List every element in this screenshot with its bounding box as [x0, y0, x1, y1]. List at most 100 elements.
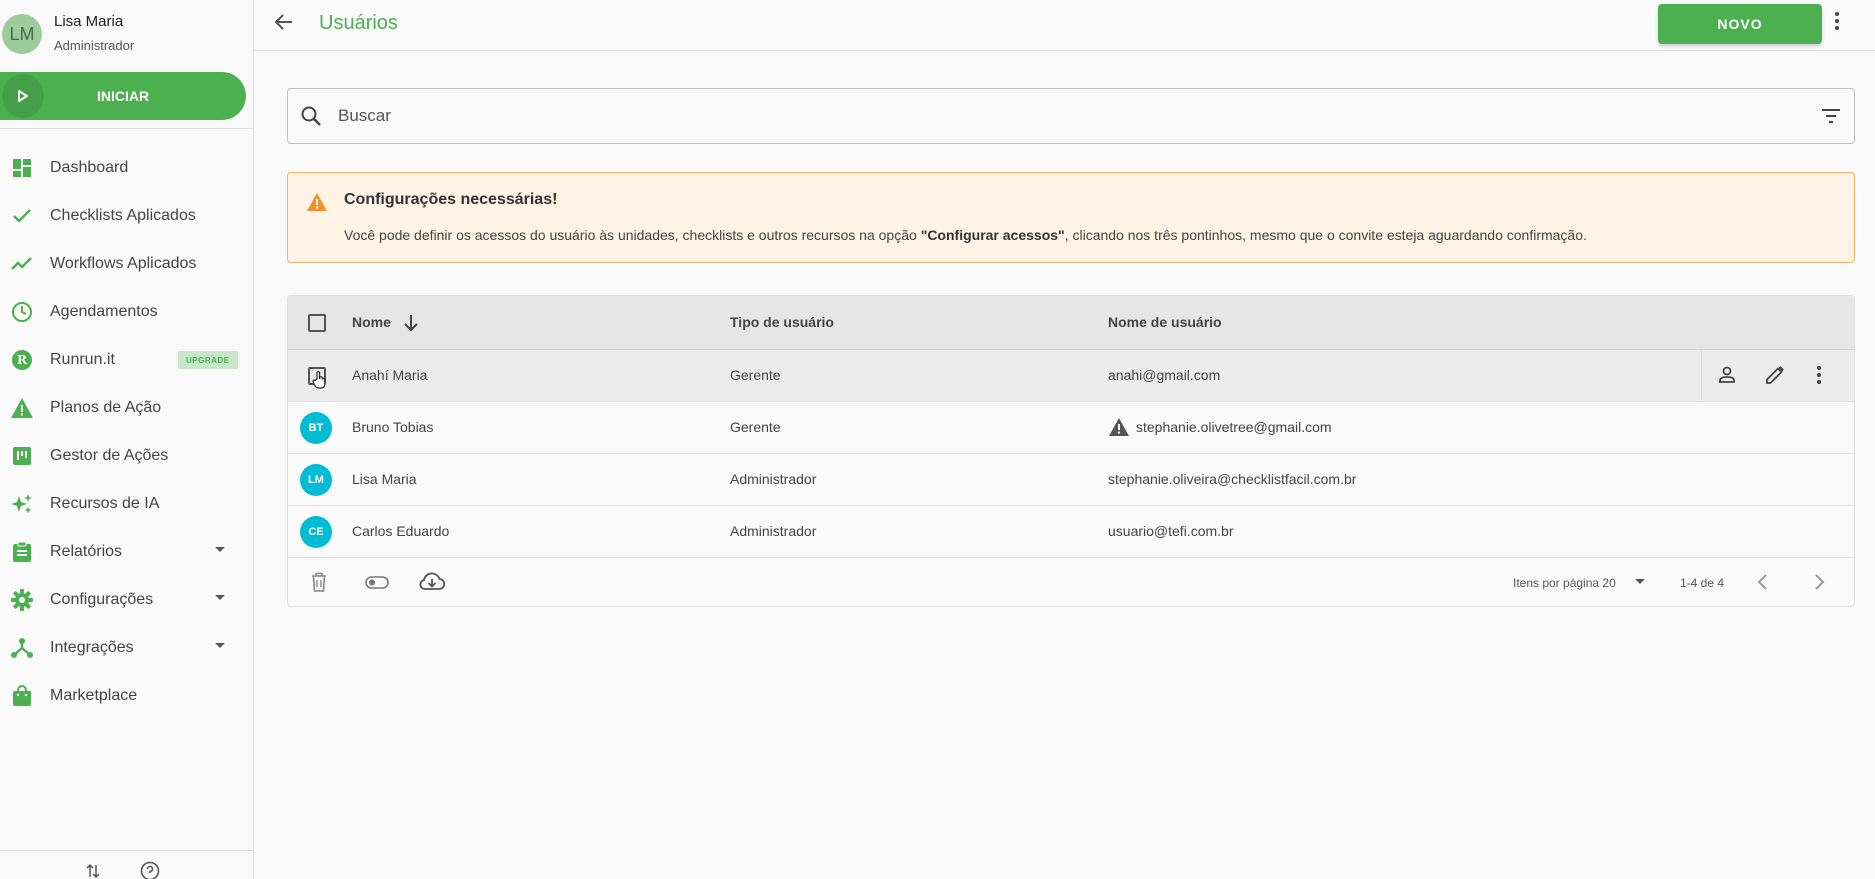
arrow-down-icon[interactable]	[403, 314, 419, 332]
sidebar-item-label: Checklists Aplicados	[50, 207, 196, 224]
sidebar-item-recursos-ia[interactable]: Recursos de IA	[0, 480, 254, 528]
sidebar-nav: Dashboard Checklists Aplicados Workflows…	[0, 144, 254, 720]
sidebar-item-dashboard[interactable]: Dashboard	[0, 144, 254, 192]
sidebar: LM Lisa Maria Administrador INICIAR Dash…	[0, 0, 254, 879]
filter-icon[interactable]	[1820, 105, 1842, 127]
hand-cursor-icon	[312, 370, 328, 390]
avatar: LM	[2, 14, 42, 54]
users-table: Nome Tipo de usuário Nome de usuário Ana…	[287, 295, 1855, 607]
user-profile[interactable]: LM Lisa Maria Administrador	[0, 8, 254, 54]
cell-type: Gerente	[730, 419, 781, 435]
sidebar-item-label: Agendamentos	[50, 303, 158, 320]
sidebar-item-configuracoes[interactable]: Configurações	[0, 576, 254, 624]
alert-text-bold: "Configurar acessos"	[920, 227, 1065, 243]
sidebar-item-label: Planos de Ação	[50, 399, 162, 416]
cell-type: Administrador	[730, 523, 817, 539]
upgrade-badge[interactable]: UPGRADE	[178, 351, 238, 369]
more-vert-icon[interactable]	[1834, 11, 1840, 31]
column-header-name[interactable]: Nome	[352, 314, 391, 330]
sidebar-item-runrun[interactable]: R Runrun.it UPGRADE	[0, 336, 254, 384]
table-header: Nome Tipo de usuário Nome de usuário	[288, 296, 1854, 350]
cell-username: anahi@gmail.com	[1108, 367, 1221, 383]
toggle-icon[interactable]	[364, 571, 390, 593]
app-header: Usuários NOVO	[254, 0, 1875, 51]
warning-icon	[306, 192, 328, 212]
warning-icon	[10, 396, 34, 420]
chevron-down-icon[interactable]	[1634, 578, 1646, 586]
arrow-back-icon[interactable]	[274, 12, 294, 32]
table-footer: Itens por página 20 1-4 de 4	[288, 558, 1854, 606]
cell-type: Administrador	[730, 471, 817, 487]
sidebar-item-integracoes[interactable]: Integrações	[0, 624, 254, 672]
cell-type: Gerente	[730, 367, 781, 383]
avatar: CE	[300, 516, 332, 548]
cloud-download-icon[interactable]	[418, 571, 446, 593]
sidebar-item-workflows[interactable]: Workflows Aplicados	[0, 240, 254, 288]
chevron-down-icon[interactable]	[214, 642, 226, 650]
new-button[interactable]: NOVO	[1658, 4, 1822, 44]
cell-name: Lisa Maria	[352, 471, 417, 487]
sidebar-item-label: Dashboard	[50, 159, 129, 176]
board-icon	[10, 444, 34, 468]
search-input[interactable]	[338, 101, 1738, 131]
sidebar-item-marketplace[interactable]: Marketplace	[0, 672, 254, 720]
person-icon[interactable]	[1716, 364, 1738, 386]
page-range: 1-4 de 4	[1680, 576, 1725, 590]
avatar: BT	[300, 412, 332, 444]
alert-text-end: , clicando nos três pontinhos, mesmo que…	[1064, 227, 1587, 243]
more-vert-icon[interactable]	[1816, 364, 1822, 386]
table-row[interactable]: LM Lisa Maria Administrador stephanie.ol…	[288, 454, 1854, 506]
table-row[interactable]: CE Carlos Eduardo Administrador usuario@…	[288, 506, 1854, 558]
edit-icon[interactable]	[1764, 364, 1786, 386]
gear-icon	[10, 588, 34, 612]
cell-username: usuario@tefi.com.br	[1108, 523, 1234, 539]
hub-icon	[10, 636, 34, 660]
sort-arrows-icon[interactable]	[86, 863, 100, 879]
sidebar-item-label: Gestor de Ações	[50, 447, 169, 464]
sidebar-item-gestor[interactable]: Gestor de Ações	[0, 432, 254, 480]
select-all-checkbox[interactable]	[308, 314, 326, 332]
table-row[interactable]: BT Bruno Tobias Gerente stephanie.olivet…	[288, 402, 1854, 454]
sidebar-item-label: Runrun.it	[50, 351, 115, 368]
sidebar-item-label: Recursos de IA	[50, 495, 160, 512]
table-row[interactable]: Anahí Maria Gerente anahi@gmail.com	[288, 350, 1854, 402]
chevron-left-icon[interactable]	[1753, 571, 1773, 593]
cell-username: stephanie.oliveira@checklistfacil.com.br	[1108, 471, 1357, 487]
start-button-label: INICIAR	[96, 88, 150, 104]
clock-icon	[10, 300, 34, 324]
row-actions	[1701, 350, 1854, 402]
check-icon	[10, 204, 34, 228]
cell-name: Anahí Maria	[352, 367, 428, 383]
clipboard-icon	[10, 540, 34, 564]
config-alert: Configurações necessárias! Você pode def…	[287, 172, 1855, 263]
column-header-username[interactable]: Nome de usuário	[1108, 314, 1222, 330]
profile-role: Administrador	[54, 38, 135, 53]
sidebar-item-planos[interactable]: Planos de Ação	[0, 384, 254, 432]
delete-icon[interactable]	[310, 571, 328, 593]
dashboard-icon	[10, 156, 34, 180]
cell-name: Bruno Tobias	[352, 419, 434, 435]
sidebar-item-label: Integrações	[50, 639, 134, 656]
sidebar-divider	[0, 128, 254, 129]
items-per-page[interactable]: Itens por página 20	[1513, 576, 1616, 590]
start-button[interactable]: INICIAR	[0, 72, 246, 120]
chevron-down-icon[interactable]	[214, 546, 226, 554]
avatar: LM	[300, 464, 332, 496]
play-icon	[2, 74, 44, 118]
trending-icon	[10, 252, 34, 276]
sidebar-item-label: Marketplace	[50, 687, 138, 704]
chevron-down-icon[interactable]	[214, 594, 226, 602]
warning-icon	[1108, 417, 1130, 437]
search-bar	[287, 88, 1855, 144]
chevron-right-icon[interactable]	[1809, 571, 1829, 593]
alert-text: Você pode definir os acessos do usuário …	[344, 227, 1587, 243]
column-header-type[interactable]: Tipo de usuário	[730, 314, 834, 330]
page-title: Usuários	[319, 12, 398, 34]
sidebar-item-relatorios[interactable]: Relatórios	[0, 528, 254, 576]
bag-icon	[10, 684, 34, 708]
cell-name: Carlos Eduardo	[352, 523, 450, 539]
help-icon[interactable]	[140, 861, 160, 879]
alert-title: Configurações necessárias!	[344, 191, 558, 208]
sidebar-item-checklists[interactable]: Checklists Aplicados	[0, 192, 254, 240]
sidebar-item-agendamentos[interactable]: Agendamentos	[0, 288, 254, 336]
